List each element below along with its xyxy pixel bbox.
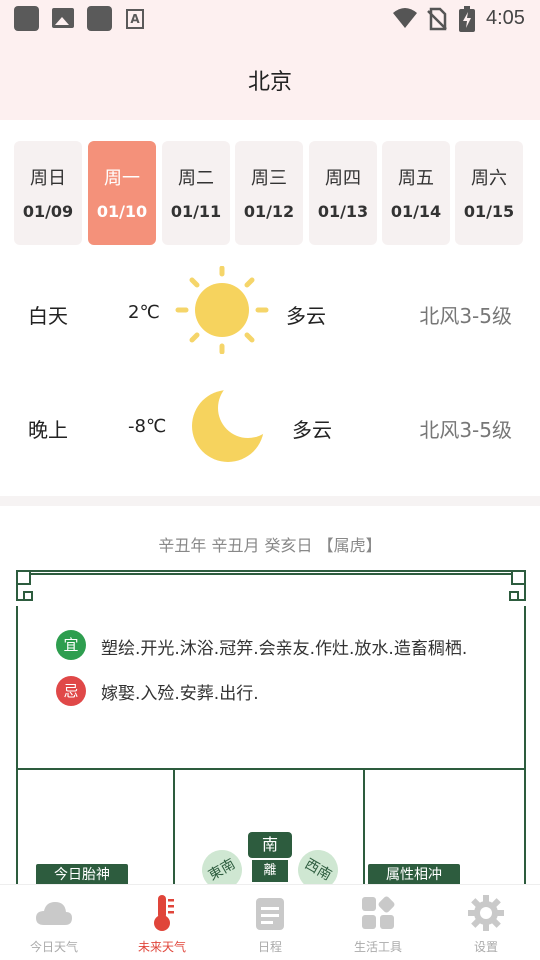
wifi-icon [393,8,417,28]
tab-future-weather[interactable]: 未来天气 [108,885,216,960]
daytime-label: 白天 [28,304,68,328]
calendar-icon [256,898,284,930]
ji-badge: 忌 [56,676,86,706]
city-title: 北京 [247,70,292,95]
yi-text: 塑绘.开光.沐浴.冠笄.会亲友.作灶.放水.造畜稠栖. [101,639,468,659]
tab-label: 今日天气 [29,940,78,954]
thermometer-icon [154,895,174,931]
day-weekday: 周五 [398,168,434,189]
daytime-weather-row: 白天 2℃ 多云 北风3-5级 [0,266,540,354]
day-weekday: 周一 [104,168,140,189]
compass-southwest: 西南 [290,842,346,886]
day-date: 01/12 [243,202,295,221]
daytime-wind: 北风3-5级 [419,304,512,328]
compass-south: 南 [248,832,292,858]
day-weekday: 周三 [251,168,287,189]
gear-icon [468,895,504,931]
status-bar: A 4:05 [0,0,540,38]
square-notification-icon [87,6,112,31]
tab-today-weather[interactable]: 今日天气 [0,885,108,960]
app-header: 北京 [0,38,540,120]
day-tab-thu[interactable]: 周四 01/13 [309,141,377,245]
night-condition: 多云 [292,418,332,442]
day-tab-fri[interactable]: 周五 01/14 [382,141,450,245]
image-icon [52,8,74,28]
day-date: 01/11 [170,202,222,221]
tab-label: 生活工具 [353,940,402,954]
day-weekday: 周二 [178,168,214,189]
night-weather-row: 晚上 -8℃ 多云 北风3-5级 [0,384,540,464]
night-temp: -8℃ [128,416,167,437]
tab-label: 未来天气 [137,940,186,954]
no-sim-icon [427,7,447,31]
ganzhi-date: 辛丑年 辛丑月 癸亥日 【属虎】 [158,536,382,555]
day-tab-sun[interactable]: 周日 01/09 [14,141,82,245]
day-date: 01/14 [390,202,442,221]
night-label: 晚上 [28,418,68,442]
tab-label: 设置 [473,940,498,954]
day-date: 01/15 [463,202,515,221]
day-date: 01/10 [96,202,148,221]
daytime-condition: 多云 [286,304,326,328]
day-weekday: 周四 [325,168,361,189]
bottom-tab-bar: 今日天气 未来天气 日程 生活工具 设置 [0,884,540,960]
fetal-god-tag: 今日胎神 [36,864,128,886]
daytime-temp: 2℃ [128,302,160,323]
yi-badge: 宜 [56,630,86,660]
cloud-icon [36,902,72,925]
day-selector: 周日 01/09 周一 01/10 周二 01/11 周三 01/12 周四 01/13 … [14,141,526,245]
battery-charging-icon [459,6,475,32]
day-tab-mon[interactable]: 周一 01/10 [88,141,156,245]
day-tab-sat[interactable]: 周六 01/15 [455,141,523,245]
night-wind: 北风3-5级 [419,418,512,442]
square-notification-icon [14,6,39,31]
status-time: 4:05 [486,7,525,29]
day-weekday: 周六 [471,168,507,189]
compass-li: 離 [252,860,288,882]
compass: 南 離 東南 西南 [196,828,346,886]
day-weekday: 周日 [30,168,66,189]
day-tab-tue[interactable]: 周二 01/11 [162,141,230,245]
day-tab-wed[interactable]: 周三 01/12 [235,141,303,245]
ji-text: 嫁娶.入殓.安葬.出行. [101,684,259,704]
tab-settings[interactable]: 设置 [432,885,540,960]
zodiac-conflict-tag: 属性相冲 [368,864,460,886]
tab-life-tools[interactable]: 生活工具 [324,885,432,960]
moon-icon [192,390,264,462]
tab-schedule[interactable]: 日程 [216,885,324,960]
section-divider [0,496,540,506]
tools-grid-icon [362,896,395,929]
day-date: 01/13 [317,202,369,221]
tab-label: 日程 [257,940,282,954]
day-date: 01/09 [22,202,74,221]
compass-southeast: 東南 [196,842,250,886]
text-a-icon: A [126,9,144,29]
sun-icon [175,266,269,354]
